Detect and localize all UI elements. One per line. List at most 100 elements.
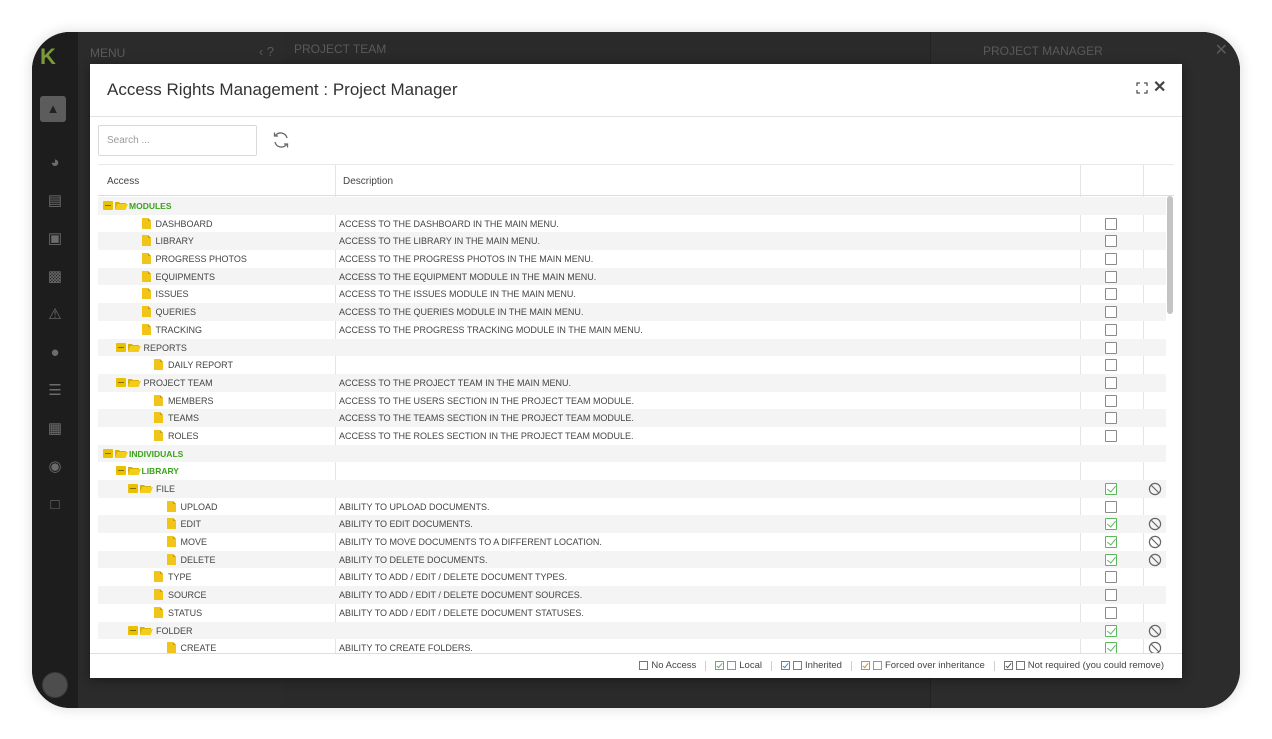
- table-row: FOLDER: [98, 621, 1166, 640]
- dashboard-icon[interactable]: ◕: [46, 154, 64, 172]
- legend-forced: Forced over inheritance: [860, 660, 985, 671]
- access-label: QUERIES: [155, 307, 197, 318]
- folder-icon: [140, 484, 153, 493]
- access-checkbox[interactable]: [1105, 253, 1117, 266]
- collapse-icon[interactable]: [128, 625, 138, 635]
- grid-rows: MODULES DASHBOARD ACCESS TO THE DASHBOARD …: [98, 197, 1166, 653]
- remove-icon[interactable]: [1148, 624, 1162, 638]
- access-cell: MODULES: [98, 197, 335, 215]
- photos-icon[interactable]: ▣: [46, 230, 64, 248]
- access-cell: EDIT: [98, 515, 335, 533]
- avatar[interactable]: [42, 672, 68, 698]
- checked-checkbox[interactable]: [1105, 642, 1117, 653]
- expand-icon[interactable]: [1136, 82, 1148, 94]
- checked-checkbox[interactable]: [1105, 553, 1117, 566]
- lock-icon[interactable]: □: [46, 496, 64, 514]
- collapse-icon[interactable]: [115, 377, 126, 387]
- access-label: PROGRESS PHOTOS: [155, 254, 247, 265]
- detail-close-icon[interactable]: ✕: [1215, 40, 1228, 60]
- description-cell: ABILITY TO ADD / EDIT / DELETE DOCUMENT …: [339, 572, 568, 583]
- checked-checkbox[interactable]: [1105, 518, 1117, 531]
- description-cell: ACCESS TO THE DASHBOARD IN THE MAIN MENU…: [339, 218, 559, 229]
- access-grid: Access Description MODULES DASHBOARD ACCES…: [98, 164, 1174, 653]
- collapse-icon[interactable]: [128, 484, 138, 493]
- access-checkbox[interactable]: [1105, 394, 1117, 407]
- empty-checkbox-icon: [639, 661, 649, 670]
- file-icon: [141, 217, 151, 229]
- access-label: INDIVIDUALS: [129, 448, 184, 459]
- equipment-icon[interactable]: ▩: [46, 268, 64, 286]
- remove-icon[interactable]: [1148, 482, 1162, 496]
- collapse-icon[interactable]: [103, 201, 113, 210]
- team-icon[interactable]: ◉: [46, 458, 64, 476]
- access-checkbox[interactable]: [1105, 376, 1117, 389]
- tracking-icon[interactable]: ☰: [46, 382, 64, 400]
- issues-icon[interactable]: ⚠: [46, 306, 64, 324]
- grid-scrollbar[interactable]: [1167, 196, 1173, 314]
- header-access: Access: [107, 176, 140, 187]
- checked-checkbox[interactable]: [1105, 536, 1117, 549]
- grid-header: Access Description: [98, 165, 1174, 196]
- checked-checkbox[interactable]: [1105, 483, 1117, 495]
- access-checkbox[interactable]: [1105, 359, 1117, 372]
- access-checkbox[interactable]: [1105, 288, 1117, 301]
- access-label: DAILY REPORT: [168, 360, 234, 371]
- access-label: CREATE: [180, 643, 217, 653]
- report-icon[interactable]: ▦: [46, 420, 64, 438]
- access-checkbox[interactable]: [1105, 429, 1117, 442]
- remove-icon[interactable]: [1148, 641, 1162, 653]
- table-row: EQUIPMENTS ACCESS TO THE EQUIPMENT MODULE…: [98, 267, 1166, 286]
- legend-local: Local: [715, 660, 762, 671]
- remove-icon[interactable]: [1148, 553, 1162, 567]
- file-icon: [141, 235, 151, 247]
- access-cell: LIBRARY: [98, 462, 335, 480]
- access-label: SOURCE: [168, 590, 207, 601]
- empty-checkbox-icon: [1015, 661, 1025, 670]
- table-row: STATUS ABILITY TO ADD / EDIT / DELETE DOC…: [98, 604, 1166, 622]
- access-checkbox[interactable]: [1105, 306, 1117, 319]
- table-row: CREATE ABILITY TO CREATE FOLDERS.: [98, 639, 1166, 653]
- access-checkbox[interactable]: [1105, 235, 1117, 248]
- table-row: PROJECT TEAM ACCESS TO THE PROJECT TEAM I…: [98, 373, 1166, 392]
- access-checkbox[interactable]: [1105, 341, 1117, 354]
- access-checkbox[interactable]: [1105, 589, 1117, 602]
- collapse-icon[interactable]: [115, 342, 126, 352]
- description-cell: ABILITY TO EDIT DOCUMENTS.: [339, 519, 473, 530]
- access-checkbox[interactable]: [1105, 270, 1117, 283]
- search-input[interactable]: [98, 125, 257, 156]
- refresh-icon[interactable]: [271, 130, 291, 150]
- access-cell: REPORTS: [98, 339, 335, 357]
- file-icon: [141, 253, 151, 265]
- remove-icon[interactable]: [1148, 517, 1162, 531]
- remove-icon[interactable]: [1148, 535, 1162, 549]
- collapse-icon[interactable]: [103, 448, 113, 458]
- file-icon: [154, 429, 163, 441]
- menu-controls[interactable]: ‹ ?: [259, 44, 274, 59]
- legend-separator: [993, 660, 995, 671]
- table-row: FILE: [98, 480, 1166, 498]
- access-checkbox[interactable]: [1105, 606, 1117, 619]
- access-cell: SOURCE: [98, 586, 335, 604]
- access-checkbox[interactable]: [1105, 323, 1117, 336]
- file-icon: [141, 270, 151, 282]
- location-icon[interactable]: ●: [46, 344, 64, 362]
- access-cell: CREATE: [98, 639, 335, 653]
- library-icon[interactable]: ▤: [46, 192, 64, 210]
- checked-checkbox[interactable]: [1105, 624, 1117, 637]
- access-label: EQUIPMENTS: [155, 271, 216, 282]
- table-row: MEMBERS ACCESS TO THE USERS SECTION IN TH…: [98, 392, 1166, 410]
- file-icon: [166, 536, 176, 548]
- collapse-icon[interactable]: [115, 466, 126, 476]
- project-icon[interactable]: ▲: [40, 96, 66, 122]
- access-cell: FOLDER: [98, 622, 335, 640]
- access-checkbox[interactable]: [1105, 571, 1117, 584]
- access-cell: MEMBERS: [98, 392, 335, 410]
- access-checkbox[interactable]: [1105, 412, 1117, 425]
- table-row: ISSUES ACCESS TO THE ISSUES MODULE IN THE…: [98, 285, 1166, 303]
- access-checkbox[interactable]: [1105, 500, 1117, 513]
- access-checkbox[interactable]: [1105, 217, 1117, 230]
- close-icon[interactable]: ✕: [1153, 78, 1166, 98]
- access-cell: LIBRARY: [98, 232, 335, 250]
- table-row: SOURCE ABILITY TO ADD / EDIT / DELETE DOC…: [98, 586, 1166, 604]
- file-icon: [154, 394, 163, 406]
